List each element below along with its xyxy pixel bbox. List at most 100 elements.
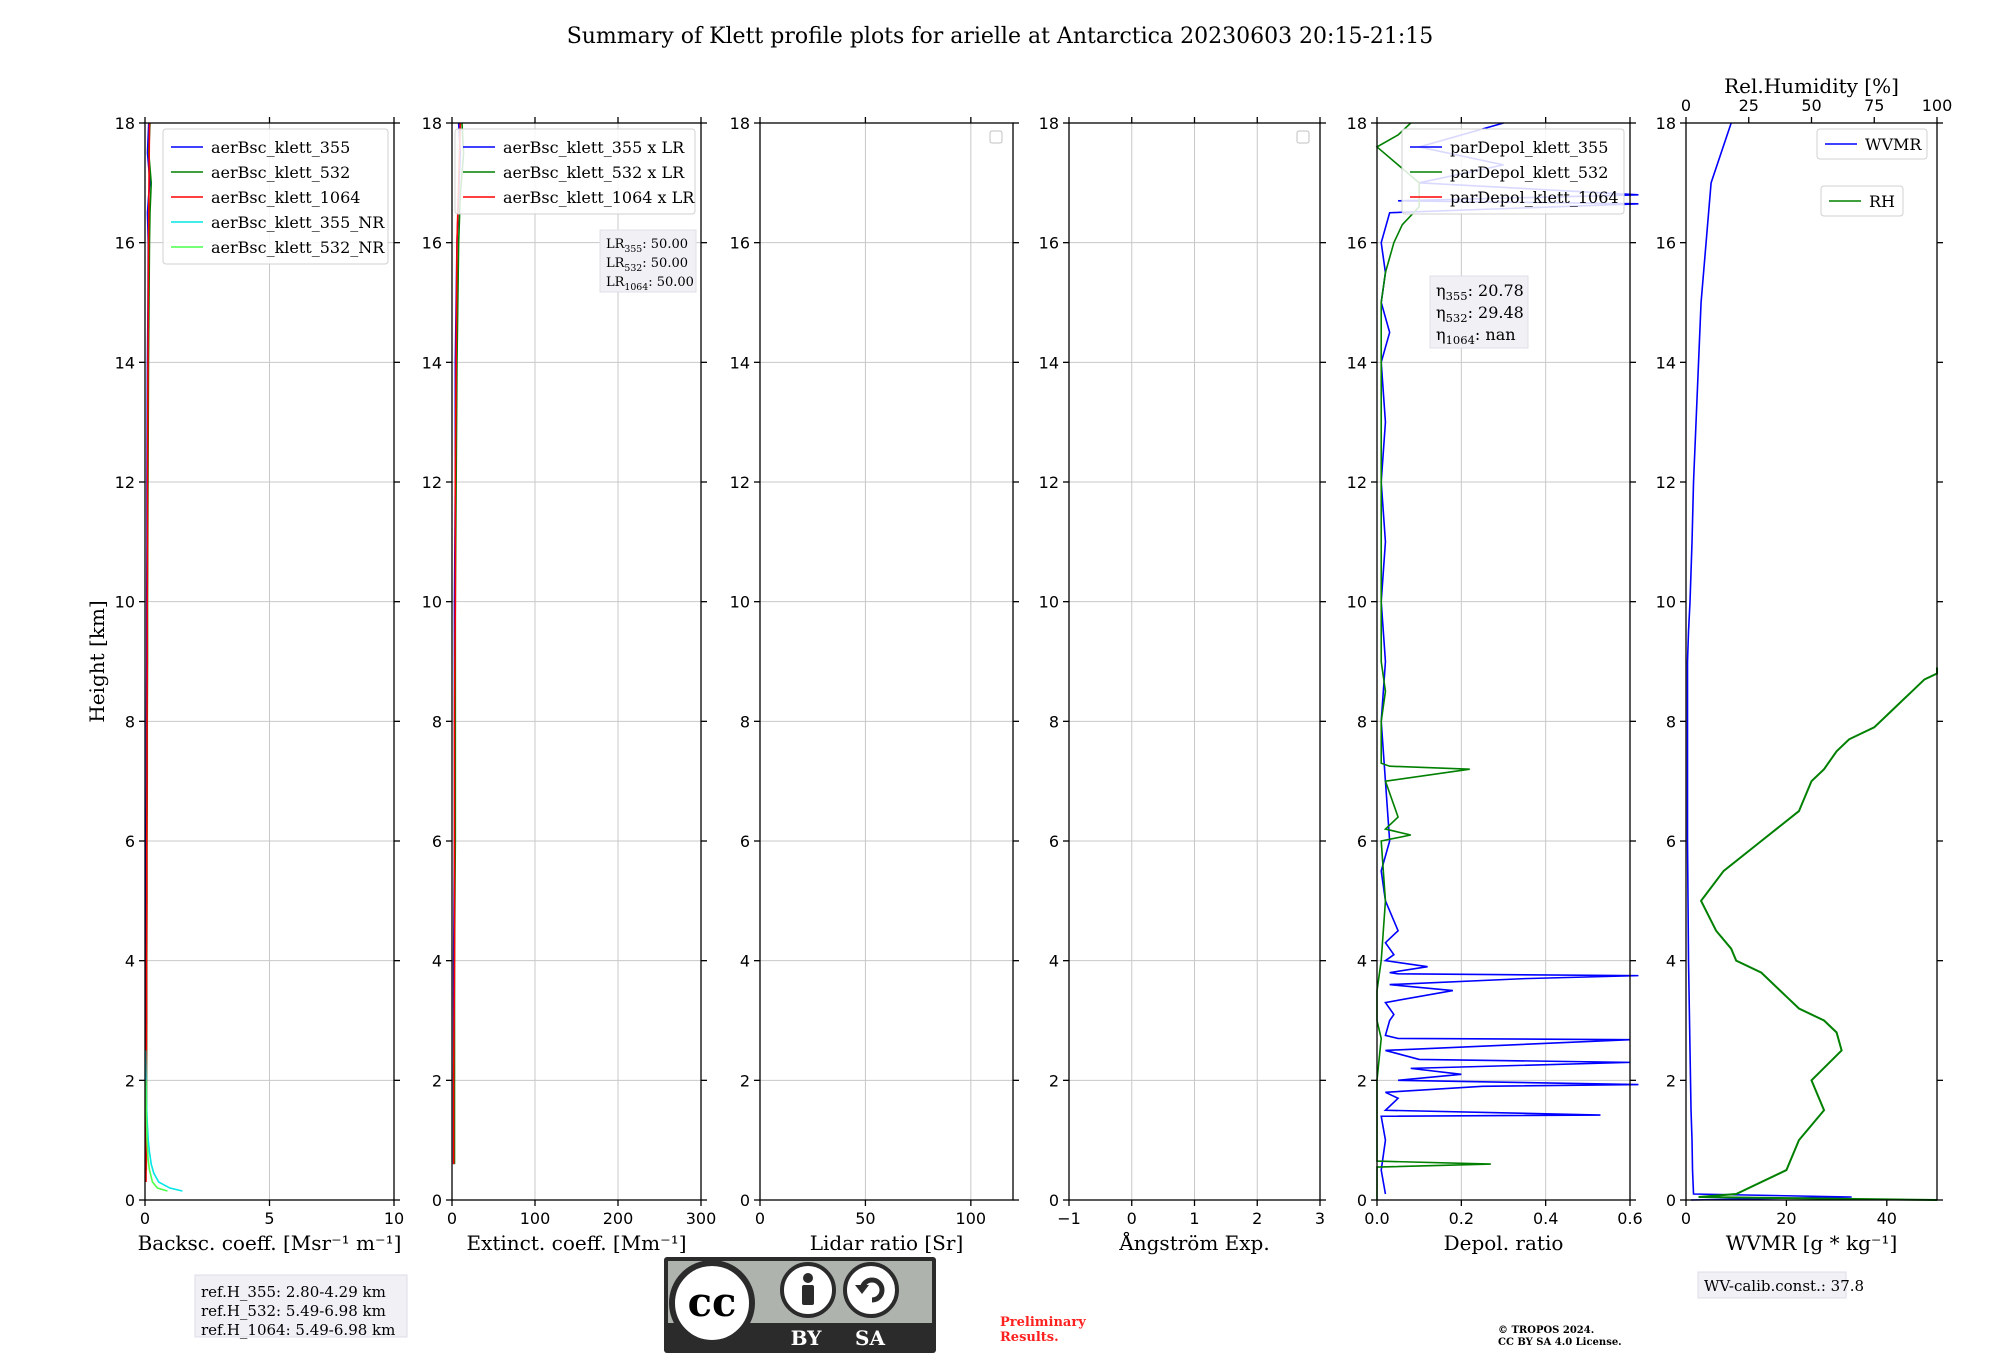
top-x-tick-label: 100 (1922, 96, 1953, 115)
y-tick-label: 2 (740, 1071, 750, 1090)
top-x-tick-label: 75 (1864, 96, 1884, 115)
y-tick-label: 12 (422, 473, 442, 492)
x-axis-label: Ångström Exp. (1118, 1230, 1269, 1255)
y-tick-label: 6 (432, 832, 442, 851)
x-tick-label: 0.4 (1533, 1209, 1558, 1228)
y-tick-label: 16 (422, 234, 442, 253)
y-tick-label: 6 (1666, 832, 1676, 851)
series-line-wvmr (1686, 122, 1852, 1201)
y-tick-label: 8 (432, 712, 442, 731)
y-tick-label: 2 (1666, 1071, 1676, 1090)
subplot-2: 0 2 4 6 8 10 12 14 16 18 0 100 200 300Extinct. coeff.… (422, 114, 717, 1255)
top-x-tick-label: 0 (1681, 96, 1691, 115)
x-tick-label: 3 (1315, 1209, 1325, 1228)
y-tick-label: 0 (740, 1191, 750, 1210)
legend-label: aerBsc_klett_532_NR (211, 238, 385, 257)
x-tick-label: 2 (1252, 1209, 1262, 1228)
legend-label: aerBsc_klett_355 x LR (503, 138, 685, 157)
x-tick-label: 0.6 (1617, 1209, 1642, 1228)
x-tick-label: 0 (755, 1209, 765, 1228)
legend-label: aerBsc_klett_1064 (211, 188, 360, 207)
y-tick-label: 10 (1347, 593, 1367, 612)
y-tick-label: 14 (730, 353, 750, 372)
y-tick-label: 12 (115, 473, 135, 492)
x-tick-label: 0.2 (1449, 1209, 1474, 1228)
y-tick-label: 4 (1049, 952, 1059, 971)
x-tick-label: 10 (384, 1209, 404, 1228)
legend-label: aerBsc_klett_1064 x LR (503, 188, 695, 207)
y-tick-label: 10 (730, 593, 750, 612)
x-tick-label: 0.0 (1364, 1209, 1389, 1228)
x-tick-label: 1 (1189, 1209, 1199, 1228)
legend-label: RH (1869, 192, 1895, 211)
x-tick-label: 5 (264, 1209, 274, 1228)
y-tick-label: 4 (740, 952, 750, 971)
x-tick-label: 200 (603, 1209, 634, 1228)
x-tick-label: 50 (855, 1209, 875, 1228)
y-tick-label: 16 (115, 234, 135, 253)
y-tick-label: 12 (730, 473, 750, 492)
y-tick-label: 8 (1666, 712, 1676, 731)
y-tick-label: 0 (1049, 1191, 1059, 1210)
top-x-tick-label: 50 (1801, 96, 1821, 115)
y-tick-label: 14 (115, 353, 135, 372)
legend-label: WVMR (1865, 135, 1922, 154)
wv-calib-annotation: WV-calib.const.: 37.8 (1697, 1271, 1864, 1299)
x-axis-label: WVMR [g * kg⁻¹] (1726, 1231, 1898, 1255)
empty-legend-box (989, 130, 1003, 144)
y-tick-label: 12 (1656, 473, 1676, 492)
y-tick-label: 6 (125, 832, 135, 851)
y-tick-label: 16 (730, 234, 750, 253)
cc-text: cc (688, 1279, 737, 1326)
legend-label: parDepol_klett_355 (1450, 138, 1608, 157)
series-line-aerbsc_klett_1064 x lr (452, 122, 462, 1165)
y-tick-label: 4 (1666, 952, 1676, 971)
axes-frame (759, 122, 1014, 1201)
empty-legend-box (1296, 130, 1310, 144)
legend-label: parDepol_klett_532 (1450, 163, 1608, 182)
legend-label: aerBsc_klett_355 (211, 138, 350, 157)
y-tick-label: 0 (432, 1191, 442, 1210)
top-x-axis-label: Rel.Humidity [%] (1724, 74, 1899, 98)
y-tick-label: 18 (1656, 114, 1676, 133)
x-axis-label: Depol. ratio (1444, 1231, 1564, 1255)
y-tick-label: 0 (125, 1191, 135, 1210)
x-axis-label: Extinct. coeff. [Mm⁻¹] (466, 1231, 686, 1255)
y-tick-label: 2 (1357, 1071, 1367, 1090)
copyright-line2: CC BY SA 4.0 License. (1498, 1337, 1622, 1348)
y-tick-label: 0 (1357, 1191, 1367, 1210)
y-axis-label: Height [km] (85, 600, 109, 722)
figure-title: Summary of Klett profile plots for ariel… (567, 24, 1434, 49)
x-tick-label: 20 (1776, 1209, 1796, 1228)
y-tick-label: 2 (125, 1071, 135, 1090)
x-tick-label: 100 (520, 1209, 551, 1228)
x-axis-label: Lidar ratio [Sr] (810, 1231, 964, 1255)
y-tick-label: 2 (1049, 1071, 1059, 1090)
y-tick-label: 18 (1039, 114, 1059, 133)
copyright-line1: © TROPOS 2024. (1498, 1325, 1594, 1336)
series-line-rh (1698, 667, 1938, 1201)
series-line-aerbsc_klett_1064 (145, 122, 151, 1183)
y-tick-label: 18 (730, 114, 750, 133)
y-tick-label: 10 (1039, 593, 1059, 612)
cc-by-sa-logo: cc BY SA (664, 1257, 936, 1353)
y-tick-label: 4 (432, 952, 442, 971)
x-tick-label: 0 (1127, 1209, 1137, 1228)
x-tick-label: 100 (956, 1209, 987, 1228)
top-x-tick-label: 25 (1739, 96, 1759, 115)
ref-height-annotation: ref.H_355: 2.80-4.29 km ref.H_532: 5.49-… (194, 1274, 408, 1339)
y-tick-label: 10 (422, 593, 442, 612)
figure-canvas: Summary of Klett profile plots for ariel… (85, 24, 1953, 1353)
y-tick-label: 12 (1347, 473, 1367, 492)
legend-label: aerBsc_klett_532 x LR (503, 163, 685, 182)
y-tick-label: 18 (1347, 114, 1367, 133)
y-tick-label: 4 (1357, 952, 1367, 971)
axes-frame (1685, 122, 1938, 1201)
y-tick-label: 18 (115, 114, 135, 133)
series-line-aerbsc_klett_355_nr (144, 1050, 183, 1192)
y-tick-label: 10 (115, 593, 135, 612)
preliminary-line1: Preliminary (1000, 1315, 1086, 1330)
y-tick-label: 8 (740, 712, 750, 731)
x-axis-label: Backsc. coeff. [Msr⁻¹ m⁻¹] (138, 1231, 402, 1255)
subplot-1: 0 2 4 6 8 10 12 14 16 18 0 5 10 Backsc. coeff. [Msr⁻¹… (85, 114, 404, 1255)
